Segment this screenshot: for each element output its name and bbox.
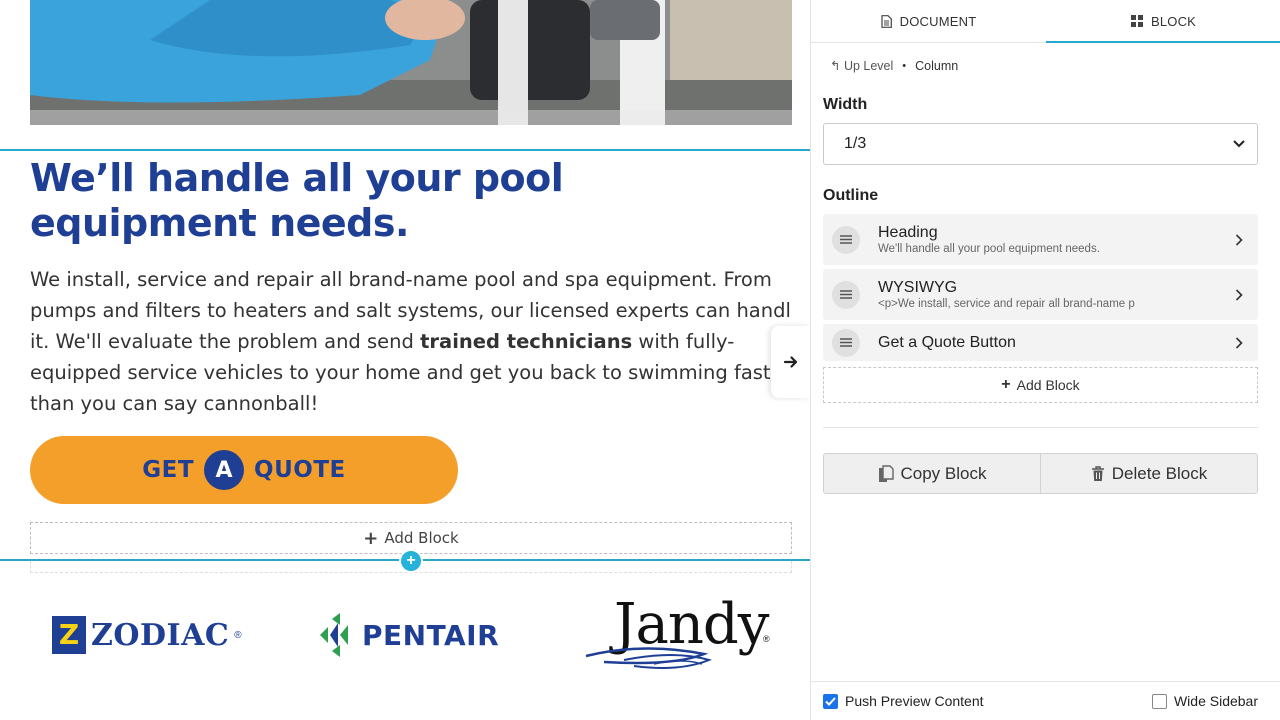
body-text-line: than you can say cannonball! [30,388,790,419]
checkbox-unchecked-icon[interactable] [1151,693,1167,709]
divider [823,427,1258,428]
push-preview-label: Push Preview Content [845,693,984,709]
outline-item-title: Heading [878,223,938,241]
quote-button-get: GET [142,457,195,483]
chevron-right-icon [1228,233,1250,246]
body-text-run: pumps and filters to heaters and salt sy… [30,299,790,322]
width-select-value: 1/3 [844,135,867,152]
outline-item-title: WYSIWYG [878,278,958,296]
add-block-label: Add Block [1016,377,1080,393]
section-separator [0,149,810,151]
tab-document[interactable]: DOCUMENT [811,0,1046,42]
tab-block-label: BLOCK [1150,13,1197,29]
chevron-right-icon [1228,336,1250,349]
width-select[interactable]: 1/3 [823,123,1258,165]
sidebar-footer: Push Preview Content Wide Sidebar [811,681,1280,720]
outline-item-subtitle: <p>We install, service and repair all br… [878,297,1135,310]
chevron-right-icon [1228,288,1250,301]
page-preview: We’ll handle all your pool equipment nee… [0,0,810,720]
push-preview-checkbox[interactable]: Push Preview Content [823,693,984,709]
trash-icon [1091,465,1104,481]
plus-icon: + [1001,376,1011,393]
pentair-mark-icon [320,613,348,657]
chevron-down-icon [1233,140,1245,148]
hero-image [30,0,792,125]
drag-handle-icon[interactable] [832,225,860,254]
get-a-quote-button[interactable]: GET A QUOTE [30,436,458,504]
editor-sidebar: DOCUMENT BLOCK ↰ Up Level • Column Width… [810,0,1280,720]
insert-section-plus-icon[interactable]: + [399,549,423,573]
body-text-bold: trained technicians [420,330,633,353]
sidebar-tabs: DOCUMENT BLOCK [811,0,1280,43]
copy-icon [878,464,894,482]
width-label: Width [823,96,868,113]
tab-block[interactable]: BLOCK [1046,0,1280,43]
arrow-right-icon [783,356,798,368]
drag-handle-icon[interactable] [832,328,860,357]
tab-document-label: DOCUMENT [899,13,977,29]
outline-item-heading[interactable]: Heading We'll handle all your pool equip… [823,214,1258,265]
outline-item-title: Get a Quote Button [878,334,1016,351]
body-text-run: equipped service vehicles to your home a… [30,361,790,384]
body-text-line: pumps and filters to heaters and salt sy… [30,295,790,326]
body-text-run: than you can say cannonball! [30,392,319,415]
add-block-button[interactable]: + Add Block [823,367,1258,403]
zodiac-logo-text: ZODIAC [91,617,230,653]
plus-icon: + [363,527,379,549]
outline-item-subtitle: We'll handle all your pool equipment nee… [878,242,1100,255]
section-headline: We’ll handle all your pool equipment nee… [30,156,564,245]
copy-block-button[interactable]: Copy Block [823,453,1041,494]
outline-label: Outline [823,187,879,204]
up-level-link[interactable]: ↰ Up Level [830,58,893,73]
zodiac-logo: Z ZODIAC ® [52,616,242,654]
body-text-run: We install, service and repair all brand… [30,268,772,291]
drag-handle-icon[interactable] [832,280,860,309]
pentair-logo-text: PENTAIR [362,618,500,652]
delete-block-label: Delete Block [1111,463,1208,483]
wide-sidebar-label: Wide Sidebar [1173,693,1258,709]
quote-button-quote: QUOTE [254,457,346,483]
breadcrumb: ↰ Up Level • Column [830,58,959,74]
block-grid-icon [1130,15,1143,27]
breadcrumb-current: Column [915,58,959,73]
add-block-label: Add Block [384,529,459,547]
body-text-line: it. We'll evaluate the problem and send … [30,326,790,357]
copy-block-label: Copy Block [900,463,987,483]
section-body-text: We install, service and repair all brand… [30,264,790,419]
pentair-logo: PENTAIR [318,613,499,657]
quote-button-a-badge: A [204,450,245,490]
body-text-run: it. We'll evaluate the problem and send [30,330,421,353]
document-icon [881,14,892,28]
outline-item-quote-button[interactable]: Get a Quote Button [823,324,1258,361]
body-text-line: We install, service and repair all brand… [30,264,790,295]
delete-block-button[interactable]: Delete Block [1040,453,1258,494]
body-text-run: with fully- [632,330,735,353]
checkbox-checked-icon[interactable] [823,693,838,709]
up-level-label: Up Level [843,59,894,73]
outline-item-wysiwyg[interactable]: WYSIWYG <p>We install, service and repai… [823,269,1258,320]
collapse-sidebar-toggle[interactable] [771,326,810,398]
wide-sidebar-checkbox[interactable]: Wide Sidebar [1151,693,1258,709]
body-text-line: equipped service vehicles to your home a… [30,357,790,388]
jandy-logo: Jandy ® [584,592,774,672]
